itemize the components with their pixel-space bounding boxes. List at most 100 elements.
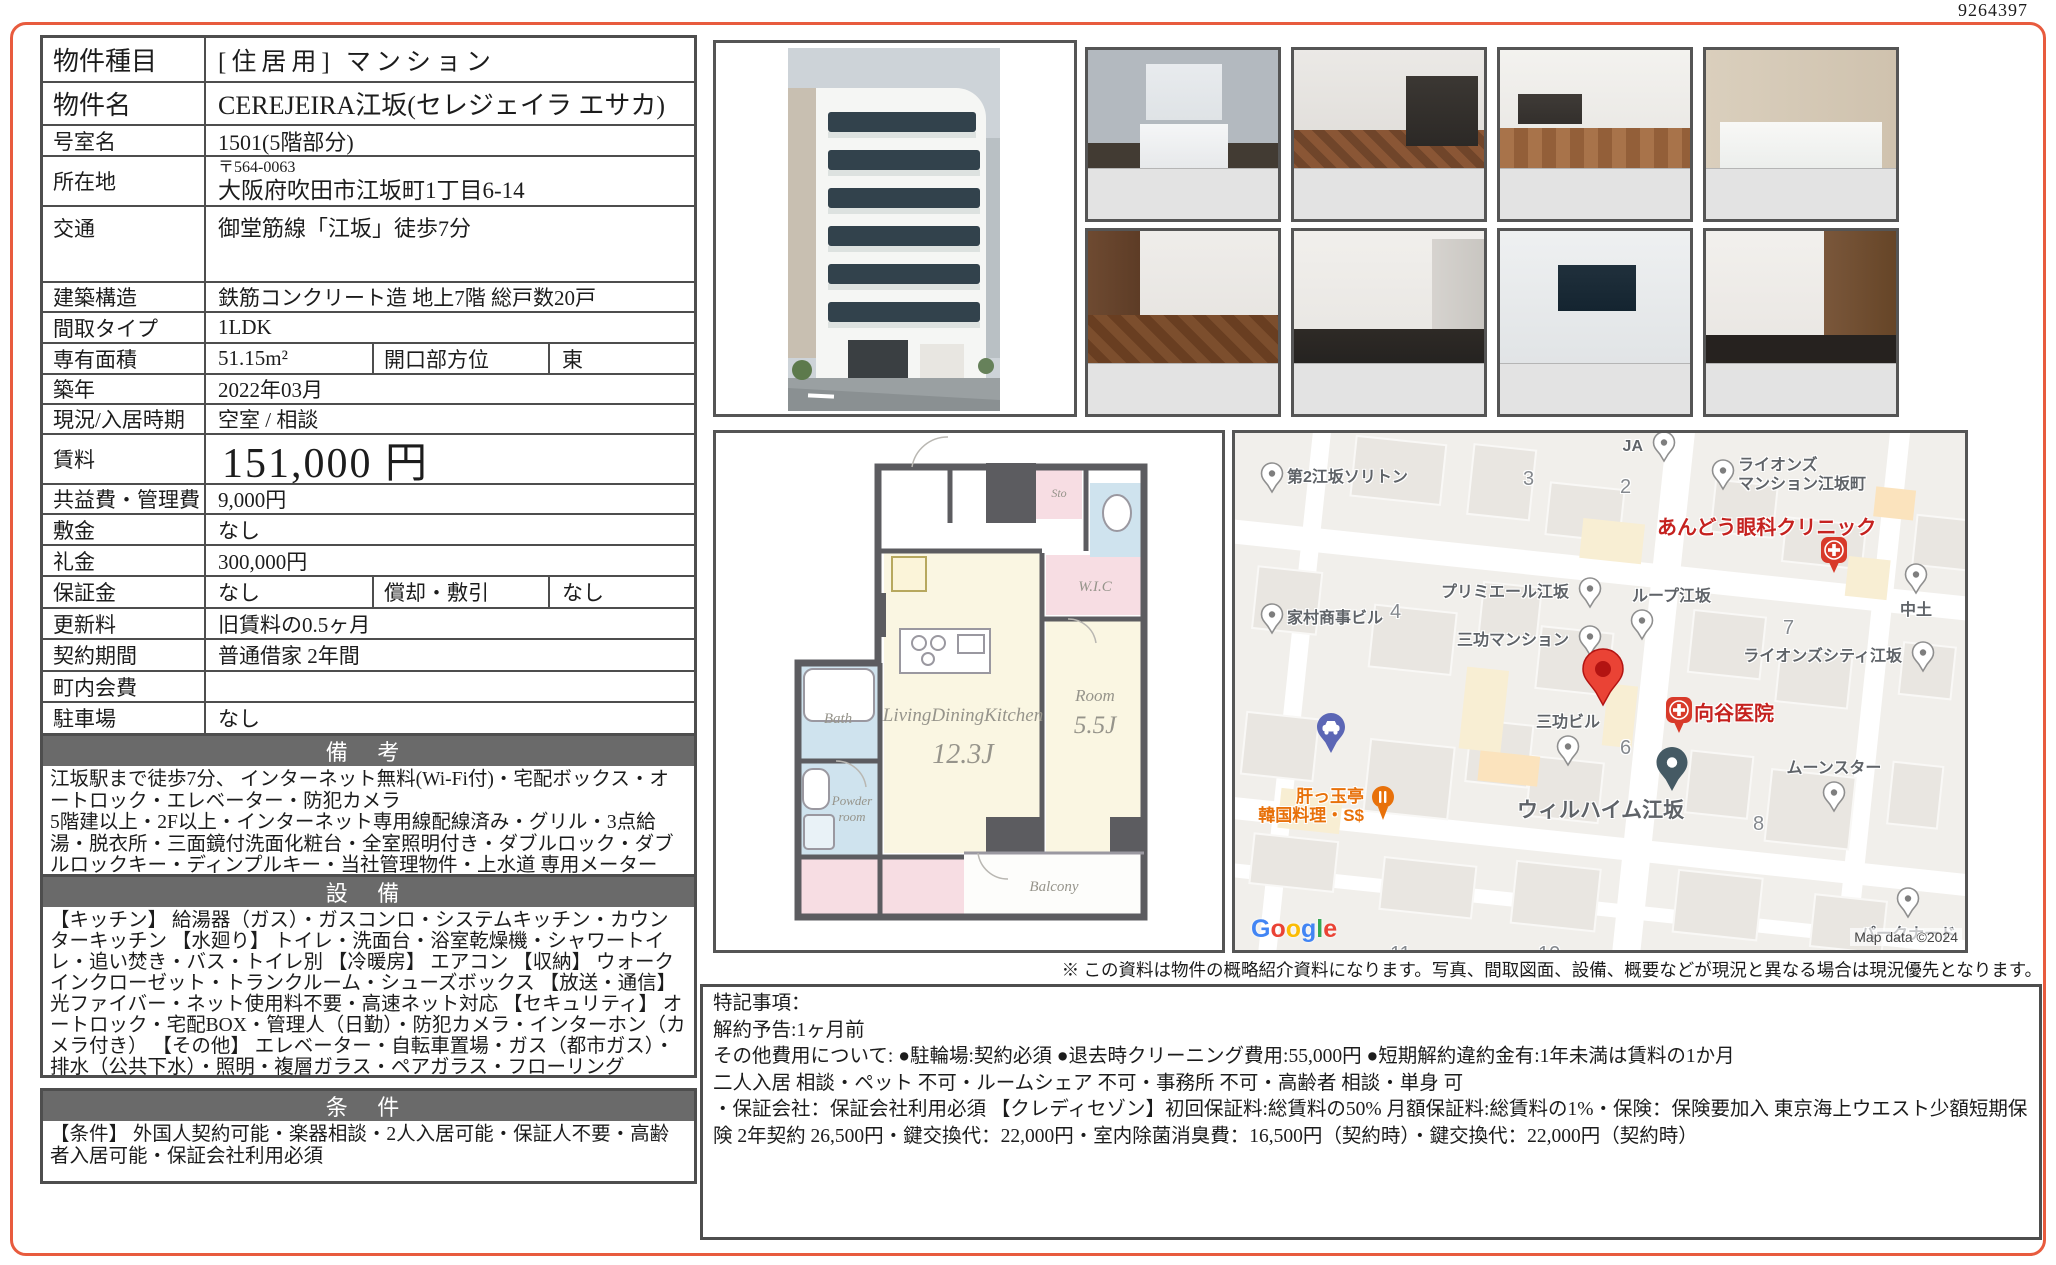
map-pin-poi-10[interactable] [1260,603,1284,640]
equipment-header: 設 備 [43,877,694,907]
photo-walk-in-closet [1703,228,1899,417]
map-attribution: Map data ©2024 [1850,928,1962,946]
map-pin-poi-4[interactable] [1711,459,1735,496]
spec-value: 御堂筋線「江坂」徒歩7分 [206,207,694,281]
map-block-number: 11 [1390,945,1411,953]
floor-plan-panel: LivingDiningKitchen 12.3J Room 5.5J W.I.… [713,430,1225,953]
google-logo-letter: e [1323,915,1337,943]
photo-image [1294,50,1484,169]
photo-image [1500,50,1690,169]
map-poi-label[interactable]: 中土 [1836,601,1968,620]
spec-row-15: 更新料旧賃料の0.5ヶ月 [43,607,694,638]
spec-label: 賃料 [43,435,206,483]
photo-living-room [1497,47,1693,222]
map-panel[interactable]: 第2江坂ソリトン3JA2ライオンズ マンション江坂町あんどう眼科クリニックプリミ… [1232,430,1968,953]
map-pin-poi-14[interactable] [1911,641,1935,678]
spec-value: 9,000円 [206,485,694,513]
spec-row-3: 所在地〒564-0063大阪府吹田市江坂町1丁目6-14 [43,155,694,205]
spec-row-7: 専有面積51.15m²開口部方位東 [43,342,694,373]
map-pin-hosp[interactable] [1820,536,1848,579]
map-pin-poi-7[interactable] [1578,577,1602,614]
map-poi-label[interactable]: プリミエール江坂 [1441,583,1569,602]
photo-caption-strip [1088,168,1278,219]
map-poi-label[interactable]: ムーンスター [1754,759,1914,778]
spec-value: なし [206,577,374,607]
map-block-number: 6 [1620,739,1631,758]
plan-room-label: Room [1074,686,1115,705]
map-block-number: 8 [1753,815,1764,834]
equipment-section: 設 備 【キッチン】 給湯器（ガス）・ガスコンロ・システムキッチン・カウンターキ… [40,877,697,1078]
map-pin-park[interactable] [1315,712,1347,759]
spec-label: 専有面積 [43,344,206,373]
photo-caption-strip [1500,363,1690,414]
plan-powder-label1: Powder [831,793,873,808]
map-poi-label[interactable]: ライオンズ マンション江坂町 [1738,456,1866,494]
map-pin-poi-26[interactable] [1896,887,1920,924]
spec-label: 物件名 [43,83,206,124]
map-poi-label[interactable]: 家村商事ビル [1287,609,1383,628]
photo-wall-monitor [1497,228,1693,417]
map-poi-label[interactable]: ウィルハイム江坂 [1517,801,1684,820]
map-block-number: 3 [1523,470,1534,489]
spec-value: なし [206,703,694,733]
map-pin-hosp-19[interactable] [1665,696,1693,739]
building-exterior-photo [713,40,1077,417]
photo-image [1294,231,1484,364]
spec-row-5: 建築構造鉄筋コンクリート造 地上7階 総戸数20戸 [43,281,694,311]
conditions-section: 条 件 【条件】 外国人契約可能・楽器相談・2人入居可能・保証人不要・高齢者入居… [40,1088,697,1184]
photo-image [1500,231,1690,364]
plan-storage-label: Sto [1051,486,1066,500]
spec-label: 敷金 [43,515,206,544]
map-poi-label[interactable]: ライオンズシティ江坂 [1743,647,1902,666]
map-block-number: 10 [1538,945,1560,953]
map-poi-label[interactable]: 三功ビル [1488,713,1648,732]
spec-table: 物件種目[住居用] マンション物件名CEREJEIRA江坂(セレジェイラ エサカ… [40,35,697,736]
spec-row-12: 敷金なし [43,513,694,544]
spec-label: 所在地 [43,157,206,205]
spec-label: 現況/入居時期 [43,405,206,433]
map-pin-poi-17[interactable] [1556,735,1580,772]
map-pin-poi-12[interactable] [1904,563,1928,600]
map-pin-poi-8[interactable] [1630,609,1654,646]
map-pin-prop[interactable] [1580,647,1626,712]
google-logo[interactable]: Google [1251,915,1337,944]
floor-plan-image: LivingDiningKitchen 12.3J Room 5.5J W.I.… [716,433,1222,950]
map-pin-rest-21[interactable] [1370,785,1396,826]
photo-image [1088,50,1278,169]
map-block-number: 4 [1390,603,1401,622]
spec-value: なし [206,515,694,544]
map-poi-label[interactable]: JA [1623,437,1643,456]
map-pin-poi-2[interactable] [1652,431,1676,468]
spec-value: 2022年03月 [206,375,694,403]
map-pin-dark-22[interactable] [1654,746,1690,797]
map-poi-label[interactable]: ループ江坂 [1632,587,1711,606]
map-poi-label[interactable]: 三功マンション [1457,631,1569,650]
map-pin-poi-20[interactable] [1822,781,1846,818]
spec-label: 間取タイプ [43,313,206,342]
spec-value-2: なし [550,577,694,607]
photo-caption-strip [1500,168,1690,219]
spec-value-2: 東 [550,344,694,373]
google-logo-letter: o [1270,915,1285,943]
spec-value: [住居用] マンション [206,38,694,81]
map-poi-label[interactable]: 肝っ玉亭 韓国料理・S$ [1258,787,1364,825]
spec-label: 礼金 [43,546,206,575]
disclaimer-text: ※ この資料は物件の概略紹介資料になります。写真、間取図面、設備、概要などが現況… [700,957,2042,982]
map-pin-poi-0[interactable] [1260,462,1284,499]
map-poi-label[interactable]: 向谷医院 [1694,705,1774,724]
spec-value: 1501(5階部分) [206,126,694,155]
spec-row-0: 物件種目[住居用] マンション [43,38,694,81]
spec-label: 交通 [43,207,206,281]
map-poi-label[interactable]: 第2江坂ソリトン [1287,468,1408,487]
photo-caption-strip [1088,363,1278,414]
plan-room-size: 5.5J [1074,712,1118,739]
spec-label: 号室名 [43,126,206,155]
spec-row-14: 保証金なし償却・敷引なし [43,575,694,607]
google-logo-letter: g [1301,915,1316,943]
spec-label: 駐車場 [43,703,206,733]
spec-value: CEREJEIRA江坂(セレジェイラ エサカ) [206,83,694,124]
spec-label-2: 償却・敷引 [374,577,550,607]
plan-bath-label: Bath [824,711,852,727]
spec-row-18: 駐車場なし [43,701,694,733]
spec-row-13: 礼金300,000円 [43,544,694,575]
